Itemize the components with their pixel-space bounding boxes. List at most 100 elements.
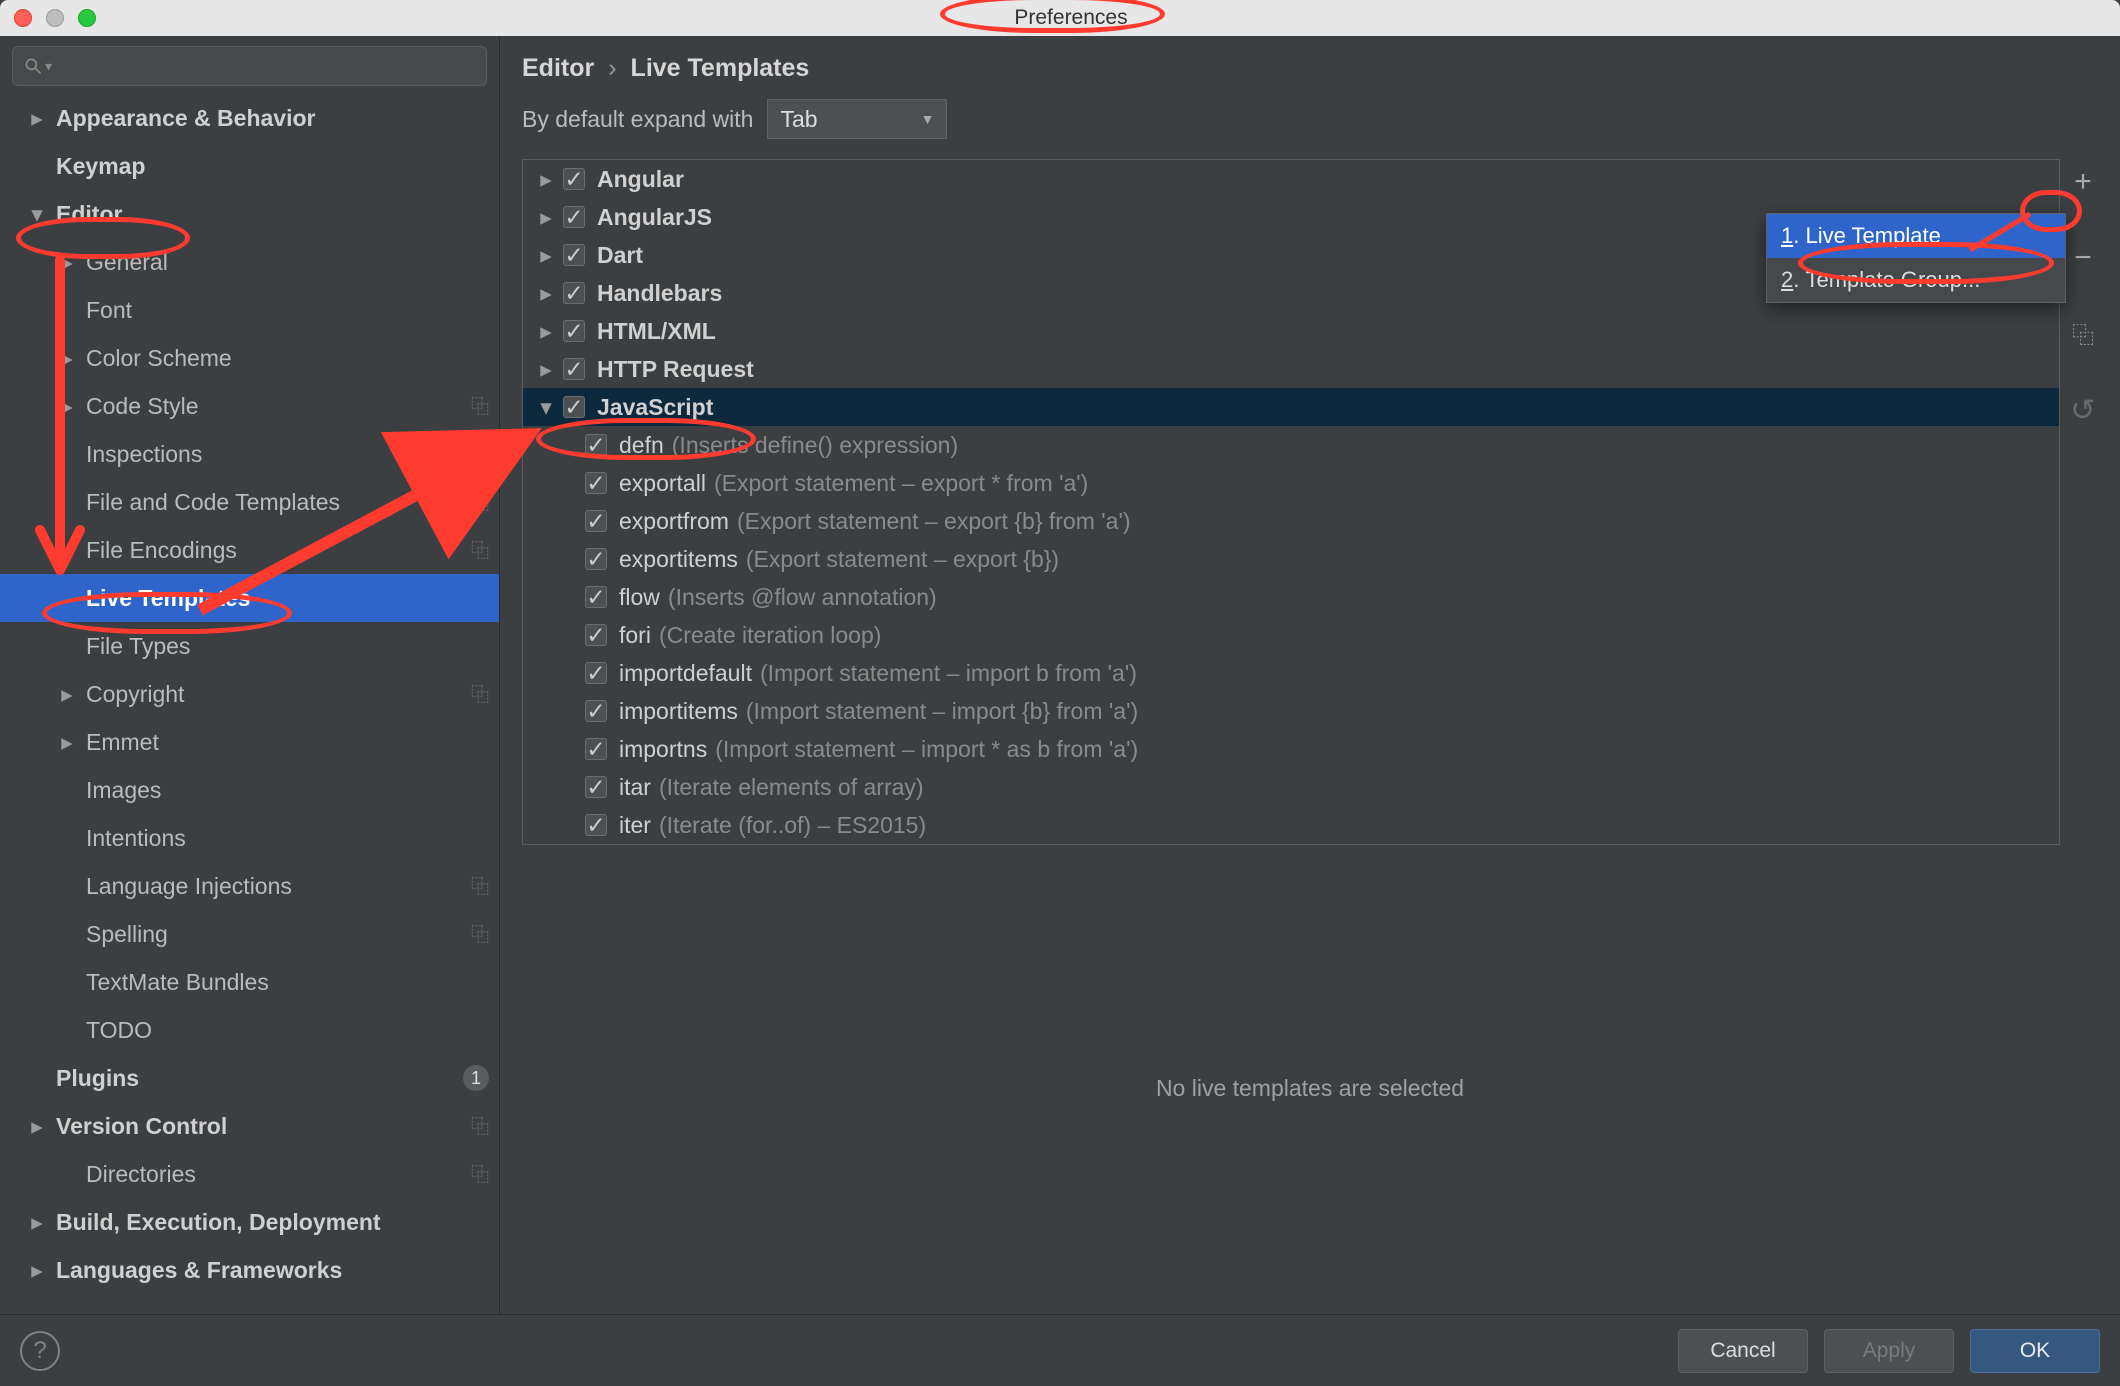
checkbox[interactable]: ✓ — [563, 320, 585, 342]
ok-button[interactable]: OK — [1970, 1329, 2100, 1373]
search-input[interactable]: ▾ — [12, 46, 487, 86]
checkbox[interactable]: ✓ — [563, 282, 585, 304]
expand-with-value: Tab — [780, 106, 817, 133]
checkbox[interactable]: ✓ — [585, 738, 607, 760]
chevron-right-icon: › — [608, 54, 616, 83]
tree-group-label: AngularJS — [597, 204, 712, 231]
nav-item-images[interactable]: Images — [0, 766, 499, 814]
apply-button[interactable]: Apply — [1824, 1329, 1954, 1373]
nav-item-languages-frameworks[interactable]: ▸Languages & Frameworks — [0, 1246, 499, 1294]
nav-item-label: Inspections — [86, 441, 471, 468]
nav-item-label: Font — [86, 297, 489, 324]
tree-item-flow[interactable]: ✓flow(Inserts @flow annotation) — [523, 578, 2059, 616]
checkbox[interactable]: ✓ — [585, 510, 607, 532]
tree-item-itar[interactable]: ✓ itar (Iterate elements of array) — [523, 768, 2059, 806]
nav-item-file-and-code-templates[interactable]: File and Code Templates⿻ — [0, 478, 499, 526]
checkbox[interactable]: ✓ — [585, 662, 607, 684]
nav-item-keymap[interactable]: Keymap — [0, 142, 499, 190]
overlay-icon: ⿻ — [471, 1161, 489, 1187]
chevron-right-icon: ▸ — [28, 1113, 46, 1140]
overlay-icon: ⿻ — [471, 681, 489, 707]
tree-item-exportall[interactable]: ✓exportall(Export statement – export * f… — [523, 464, 2059, 502]
nav-item-font[interactable]: Font — [0, 286, 499, 334]
tree-item-importitems[interactable]: ✓importitems(Import statement – import {… — [523, 692, 2059, 730]
copy-button[interactable]: ⿻ — [2066, 317, 2100, 351]
checkbox[interactable]: ✓ — [563, 396, 585, 418]
breadcrumb-root[interactable]: Editor — [522, 54, 594, 83]
breadcrumb-leaf: Live Templates — [631, 54, 810, 83]
minimize-icon[interactable] — [46, 9, 64, 27]
breadcrumb: Editor › Live Templates — [500, 36, 2120, 99]
nav-item-copyright[interactable]: ▸Copyright⿻ — [0, 670, 499, 718]
nav-item-spelling[interactable]: Spelling⿻ — [0, 910, 499, 958]
nav-item-code-style[interactable]: ▸Code Style⿻ — [0, 382, 499, 430]
nav-item-language-injections[interactable]: Language Injections⿻ — [0, 862, 499, 910]
checkbox[interactable]: ✓ — [585, 814, 607, 836]
menu-item-prefix: 2. — [1781, 267, 1805, 293]
settings-nav: ▸Appearance & BehaviorKeymap▾Editor▸Gene… — [0, 94, 499, 1314]
checkbox[interactable]: ✓ — [563, 244, 585, 266]
tree-item-desc: (Iterate elements of array) — [659, 774, 924, 801]
checkbox[interactable]: ✓ — [585, 624, 607, 646]
overlay-icon: ⿻ — [471, 537, 489, 563]
cancel-button[interactable]: Cancel — [1678, 1329, 1808, 1373]
chevron-down-icon: ▾ — [28, 201, 46, 228]
tree-item-exportitems[interactable]: ✓exportitems(Export statement – export {… — [523, 540, 2059, 578]
tree-group-label: HTML/XML — [597, 318, 716, 345]
nav-item-file-types[interactable]: File Types — [0, 622, 499, 670]
tree-group-angular[interactable]: ▸✓Angular — [523, 160, 2059, 198]
nav-item-general[interactable]: ▸General — [0, 238, 499, 286]
checkbox[interactable]: ✓ — [563, 168, 585, 190]
tree-item-iter[interactable]: ✓iter(Iterate (for..of) – ES2015) — [523, 806, 2059, 844]
menu-item-live-template[interactable]: 1. Live Template — [1767, 214, 2065, 258]
checkbox[interactable]: ✓ — [585, 548, 607, 570]
checkbox[interactable]: ✓ — [585, 472, 607, 494]
close-icon[interactable] — [14, 9, 32, 27]
checkbox[interactable]: ✓ — [563, 206, 585, 228]
remove-button[interactable]: − — [2066, 241, 2100, 275]
nav-item-color-scheme[interactable]: ▸Color Scheme — [0, 334, 499, 382]
nav-item-emmet[interactable]: ▸Emmet — [0, 718, 499, 766]
menu-item-template-group[interactable]: 2. Template Group... — [1767, 258, 2065, 302]
nav-item-todo[interactable]: TODO — [0, 1006, 499, 1054]
checkbox[interactable]: ✓ — [585, 776, 607, 798]
tree-item-fori[interactable]: ✓fori(Create iteration loop) — [523, 616, 2059, 654]
tree-item-exportfrom[interactable]: ✓exportfrom(Export statement – export {b… — [523, 502, 2059, 540]
nav-item-file-encodings[interactable]: File Encodings⿻ — [0, 526, 499, 574]
nav-item-live-templates[interactable]: Live Templates — [0, 574, 499, 622]
tree-group-label: Dart — [597, 242, 643, 269]
tree-item-label: itar — [619, 774, 651, 801]
tree-item-desc: (Inserts @flow annotation) — [668, 584, 937, 611]
tree-item-desc: (Create iteration loop) — [659, 622, 881, 649]
tree-group-http-request[interactable]: ▸✓HTTP Request — [523, 350, 2059, 388]
checkbox[interactable]: ✓ — [585, 700, 607, 722]
nav-item-label: Languages & Frameworks — [56, 1257, 489, 1284]
tree-toolbar: + − ⿻ ↺ — [2060, 159, 2106, 845]
maximize-icon[interactable] — [78, 9, 96, 27]
checkbox[interactable]: ✓ — [585, 434, 607, 456]
nav-item-directories[interactable]: Directories⿻ — [0, 1150, 499, 1198]
nav-item-inspections[interactable]: Inspections⿻ — [0, 430, 499, 478]
tree-group-html-xml[interactable]: ▸✓HTML/XML — [523, 312, 2059, 350]
checkbox[interactable]: ✓ — [585, 586, 607, 608]
nav-item-textmate-bundles[interactable]: TextMate Bundles — [0, 958, 499, 1006]
nav-item-build-execution-deployment[interactable]: ▸Build, Execution, Deployment — [0, 1198, 499, 1246]
tree-item-defn[interactable]: ✓defn(Inserts define() expression) — [523, 426, 2059, 464]
tree-group-javascript[interactable]: ▾✓JavaScript — [523, 388, 2059, 426]
nav-item-editor[interactable]: ▾Editor — [0, 190, 499, 238]
add-button[interactable]: + — [2066, 165, 2100, 199]
nav-item-appearance-behavior[interactable]: ▸Appearance & Behavior — [0, 94, 499, 142]
chevron-right-icon: ▸ — [28, 105, 46, 132]
tree-item-importns[interactable]: ✓importns(Import statement – import * as… — [523, 730, 2059, 768]
nav-item-plugins[interactable]: Plugins1 — [0, 1054, 499, 1102]
nav-item-label: Build, Execution, Deployment — [56, 1209, 489, 1236]
expand-with-select[interactable]: Tab ▼ — [767, 99, 947, 139]
checkbox[interactable]: ✓ — [563, 358, 585, 380]
undo-button[interactable]: ↺ — [2066, 393, 2100, 427]
nav-item-intentions[interactable]: Intentions — [0, 814, 499, 862]
help-button[interactable]: ? — [20, 1331, 60, 1371]
tree-item-importdefault[interactable]: ✓importdefault(Import statement – import… — [523, 654, 2059, 692]
chevron-right-icon: ▸ — [58, 681, 76, 708]
nav-item-version-control[interactable]: ▸Version Control⿻ — [0, 1102, 499, 1150]
tree-item-desc: (Import statement – import b from 'a') — [760, 660, 1137, 687]
